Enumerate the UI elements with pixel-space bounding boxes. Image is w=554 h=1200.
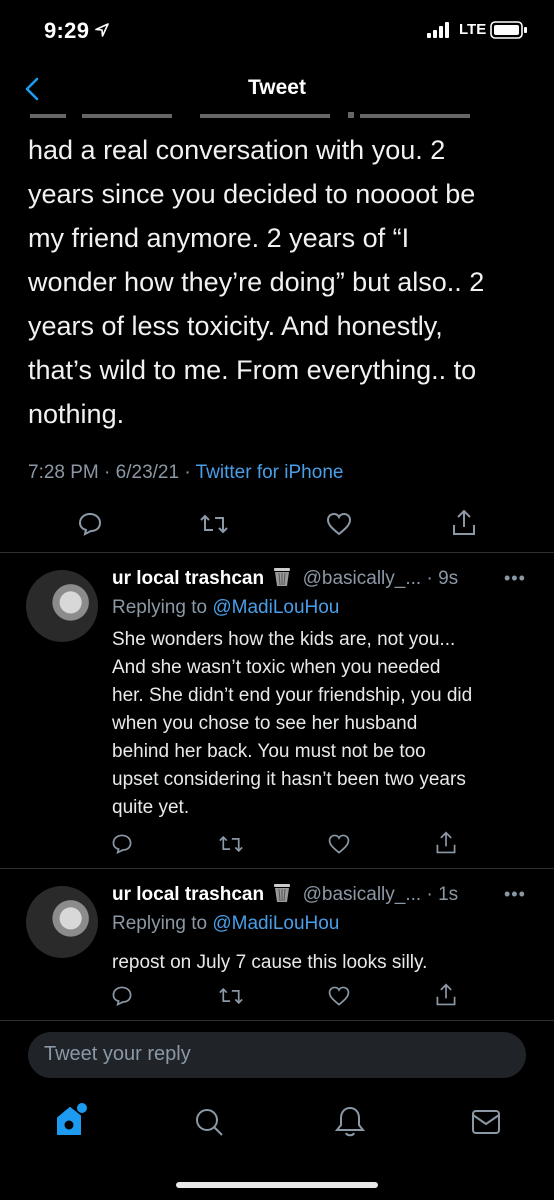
replying-to-label: Replying to <box>112 597 208 618</box>
divider <box>0 1020 554 1021</box>
reply-icon[interactable] <box>76 510 104 538</box>
reply-icon[interactable] <box>110 984 134 1008</box>
reply-composer-placeholder: Tweet your reply <box>44 1043 191 1065</box>
search-icon[interactable] <box>193 1106 225 1138</box>
status-time: 9:29 <box>44 18 90 43</box>
home-indicator <box>176 1182 378 1188</box>
meta-separator: · <box>184 462 191 483</box>
tweet-text: had a real conversation with you. 2 year… <box>28 135 485 429</box>
notifications-icon[interactable] <box>334 1104 366 1138</box>
replying-to: Replying to @MadiLouHou <box>112 597 339 619</box>
reply-author-handle[interactable]: @basically_... <box>303 568 422 589</box>
avatar[interactable] <box>26 886 98 958</box>
tweet-date: 6/23/21 <box>115 462 180 483</box>
tweet-source-link[interactable]: Twitter for iPhone <box>196 462 344 483</box>
network-type: LTE <box>459 21 487 38</box>
retweet-icon[interactable] <box>218 832 244 856</box>
share-icon[interactable] <box>434 982 458 1008</box>
share-icon[interactable] <box>434 830 458 856</box>
like-icon[interactable] <box>325 510 353 538</box>
like-icon[interactable] <box>327 984 351 1008</box>
tweet-time: 7:28 PM <box>28 462 99 483</box>
reply-text: repost on July 7 cause this looks silly. <box>112 952 428 973</box>
reply-author-name[interactable]: ur local trashcan <box>112 884 264 905</box>
reply-author-name[interactable]: ur local trashcan <box>112 568 264 589</box>
meta-separator: · <box>104 462 111 483</box>
clipped-text-line <box>30 112 470 118</box>
wastebasket-icon <box>274 884 291 902</box>
share-icon[interactable] <box>450 508 478 538</box>
divider <box>0 868 554 869</box>
wastebasket-icon <box>274 568 291 586</box>
messages-icon[interactable] <box>470 1108 502 1136</box>
more-options-icon[interactable]: ••• <box>504 884 526 905</box>
more-options-icon[interactable]: ••• <box>504 568 526 589</box>
tweet-meta: 7:28 PM · 6/23/21 · Twitter for iPhone <box>28 462 343 484</box>
reply-header: ur local trashcan @basically_... · 1s <box>112 882 458 906</box>
replying-to: Replying to @MadiLouHou <box>112 913 339 935</box>
replying-to-mention[interactable]: @MadiLouHou <box>212 913 339 934</box>
battery-icon <box>490 21 527 39</box>
reply-text: She wonders how the kids are, not you...… <box>112 629 473 818</box>
reply-header: ur local trashcan @basically_... · 9s <box>112 566 458 590</box>
reply-author-handle[interactable]: @basically_... <box>303 884 422 905</box>
cellular-signal-icon <box>427 22 449 38</box>
replying-to-label: Replying to <box>112 913 208 934</box>
reply-age: · 9s <box>426 568 459 589</box>
reply-icon[interactable] <box>110 832 134 856</box>
page-title: Tweet <box>248 76 306 99</box>
location-arrow-icon <box>95 23 109 37</box>
retweet-icon[interactable] <box>218 984 244 1008</box>
retweet-icon[interactable] <box>199 510 229 538</box>
replying-to-mention[interactable]: @MadiLouHou <box>212 597 339 618</box>
reply-age: · 1s <box>426 884 459 905</box>
like-icon[interactable] <box>327 832 351 856</box>
home-icon[interactable] <box>54 1102 88 1138</box>
divider <box>0 552 554 553</box>
avatar[interactable] <box>26 570 98 642</box>
